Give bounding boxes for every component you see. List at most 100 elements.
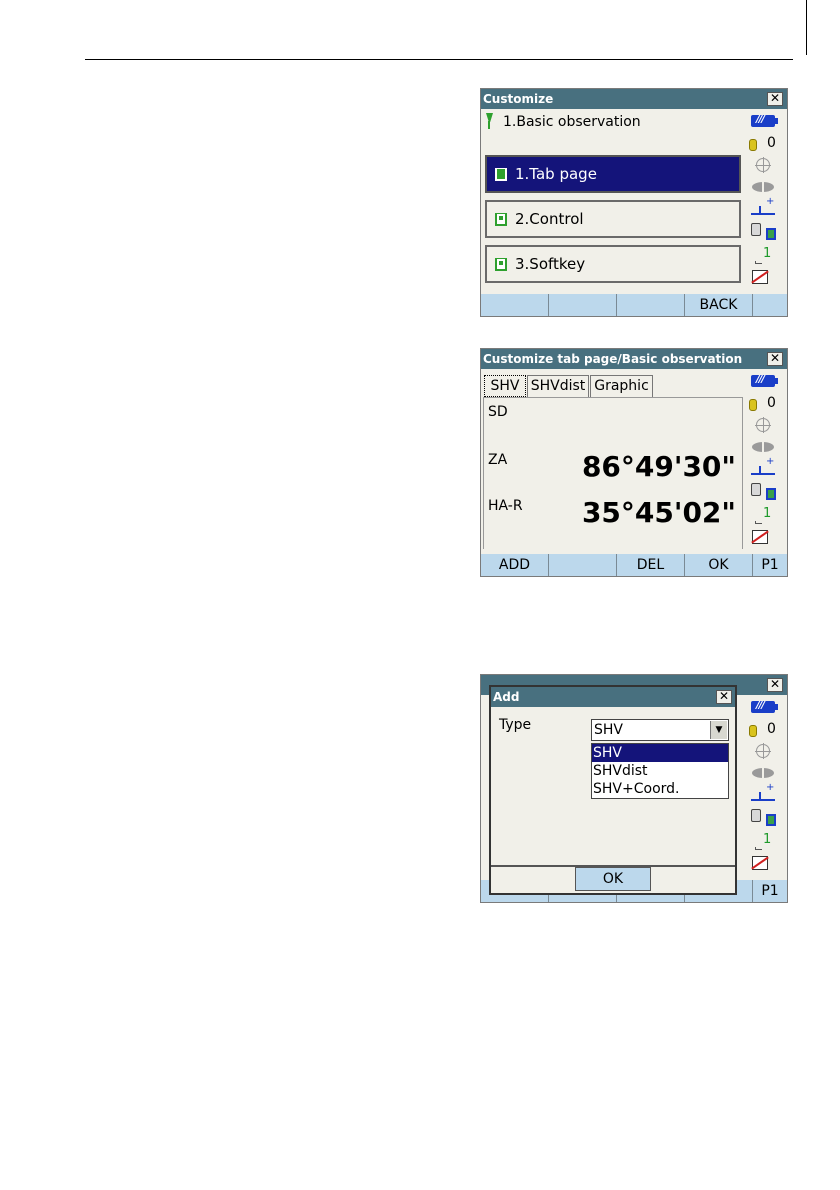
page-header-rule xyxy=(85,59,793,60)
observation-panel: SD ZA 86°49'30" HA-R 35°45'02" xyxy=(483,397,743,549)
target-mark: + xyxy=(766,456,775,467)
laser-icon xyxy=(752,768,774,778)
communication-status[interactable] xyxy=(745,223,785,241)
menu-item-label: 2.Control xyxy=(515,210,584,228)
dialog-ok-button[interactable]: OK xyxy=(575,867,651,891)
type-option-shv-coord[interactable]: SHV+Coord. xyxy=(592,780,728,798)
type-option-shv[interactable]: SHV xyxy=(592,744,728,762)
softkey-5[interactable] xyxy=(753,294,787,316)
customize-tab-page-screen: Customize tab page/Basic observation ✕ S… xyxy=(480,348,788,577)
battery-icon: /// xyxy=(751,114,778,127)
section-header-label: 1.Basic observation xyxy=(503,114,641,130)
type-options-list: SHV SHVdist SHV+Coord. xyxy=(591,743,729,799)
communication-status[interactable] xyxy=(745,809,785,827)
input-mode-icon xyxy=(752,856,768,870)
page-indicator-icon: 1 xyxy=(755,506,775,525)
softkey-2[interactable] xyxy=(549,294,617,316)
laser-status xyxy=(745,768,785,786)
prism-constant: 0 xyxy=(767,395,776,411)
page-p1-button[interactable]: P1 xyxy=(753,880,787,902)
tilt-status xyxy=(745,417,785,436)
dialog-title-bar: Add ✕ xyxy=(491,687,735,707)
chevron-down-icon[interactable]: ▼ xyxy=(710,721,727,739)
section-header: 1.Basic observation xyxy=(485,113,641,130)
input-mode-icon xyxy=(752,270,768,284)
close-button[interactable]: ✕ xyxy=(767,92,783,106)
target-icon: + xyxy=(751,782,775,801)
close-button[interactable]: ✕ xyxy=(767,678,783,692)
target-icon: + xyxy=(751,196,775,215)
back-button[interactable]: BACK xyxy=(685,294,753,316)
window-title: Customize xyxy=(483,92,554,106)
window-title: Customize tab page/Basic observation xyxy=(483,352,743,366)
prism-status: 0 xyxy=(745,721,785,741)
tilt-icon xyxy=(755,417,771,433)
crop-mark xyxy=(806,0,807,55)
page-number: 1 xyxy=(763,506,772,521)
target-mark: + xyxy=(766,196,775,207)
dialog-title: Add xyxy=(493,690,520,704)
ok-button[interactable]: OK xyxy=(685,554,753,576)
title-bar: Customize ✕ xyxy=(481,89,787,109)
softkey-bar: BACK xyxy=(481,294,787,316)
tilt-status xyxy=(745,157,785,176)
target-status[interactable]: + xyxy=(745,456,785,479)
communication-status[interactable] xyxy=(745,483,785,501)
battery-status: /// xyxy=(745,700,785,719)
battery-status: /// xyxy=(745,374,785,393)
obs-value: 86°49'30" xyxy=(581,450,736,483)
softkey-1[interactable] xyxy=(481,294,549,316)
tilt-icon xyxy=(755,743,771,759)
menu-item-label: 1.Tab page xyxy=(515,165,597,183)
menu-item-softkey[interactable]: 3.Softkey xyxy=(485,245,741,283)
menu-item-control[interactable]: 2.Control xyxy=(485,200,741,238)
del-button[interactable]: DEL xyxy=(617,554,685,576)
tab-shvdist[interactable]: SHVdist xyxy=(527,375,589,397)
page-indicator-icon: 1 xyxy=(755,832,775,851)
target-status[interactable]: + xyxy=(745,782,785,805)
battery-icon: /// xyxy=(751,700,778,713)
obs-label: SD xyxy=(488,404,508,420)
page-number: 1 xyxy=(763,246,772,261)
prism-icon xyxy=(749,399,757,411)
type-select-value: SHV xyxy=(594,722,623,738)
add-dialog: Add ✕ Type SHV ▼ SHV SHVdist SHV+Coord. … xyxy=(489,685,737,895)
add-tab-screen: ✕ /// 0 + 1 P1 Add ✕ Type SHV ▼ SHV SHVd… xyxy=(480,674,788,903)
input-status[interactable] xyxy=(745,268,785,286)
prism-constant: 0 xyxy=(767,721,776,737)
title-bar: Customize tab page/Basic observation ✕ xyxy=(481,349,787,369)
prism-icon xyxy=(749,139,757,151)
add-button[interactable]: ADD xyxy=(481,554,549,576)
prism-status: 0 xyxy=(745,135,785,155)
target-mark: + xyxy=(766,782,775,793)
battery-level: /// xyxy=(756,374,765,385)
tilt-icon xyxy=(755,157,771,173)
obs-label: ZA xyxy=(488,452,508,468)
softkey-2[interactable] xyxy=(549,554,617,576)
tab-graphic[interactable]: Graphic xyxy=(590,375,653,397)
target-status[interactable]: + xyxy=(745,196,785,219)
page-p1-button[interactable]: P1 xyxy=(753,554,787,576)
type-option-shvdist[interactable]: SHVdist xyxy=(592,762,728,780)
folder-icon xyxy=(495,213,507,226)
menu-item-tab-page[interactable]: 1.Tab page xyxy=(485,155,741,193)
input-status[interactable] xyxy=(745,854,785,872)
input-mode-icon xyxy=(752,530,768,544)
dialog-close-button[interactable]: ✕ xyxy=(716,690,732,704)
battery-level: /// xyxy=(756,114,765,125)
folder-icon xyxy=(495,258,507,271)
laser-icon xyxy=(752,442,774,452)
battery-icon: /// xyxy=(751,374,778,387)
close-button[interactable]: ✕ xyxy=(767,352,783,366)
laser-status xyxy=(745,182,785,200)
battery-level: /// xyxy=(756,700,765,711)
type-select[interactable]: SHV ▼ xyxy=(591,719,729,741)
dialog-body: Type SHV ▼ SHV SHVdist SHV+Coord. xyxy=(491,707,735,867)
folder-icon xyxy=(495,168,507,181)
softkey-3[interactable] xyxy=(617,294,685,316)
prism-status: 0 xyxy=(745,395,785,415)
obs-label: HA-R xyxy=(488,498,523,514)
tab-shv[interactable]: SHV xyxy=(484,375,526,397)
prism-constant: 0 xyxy=(767,135,776,151)
input-status[interactable] xyxy=(745,528,785,546)
